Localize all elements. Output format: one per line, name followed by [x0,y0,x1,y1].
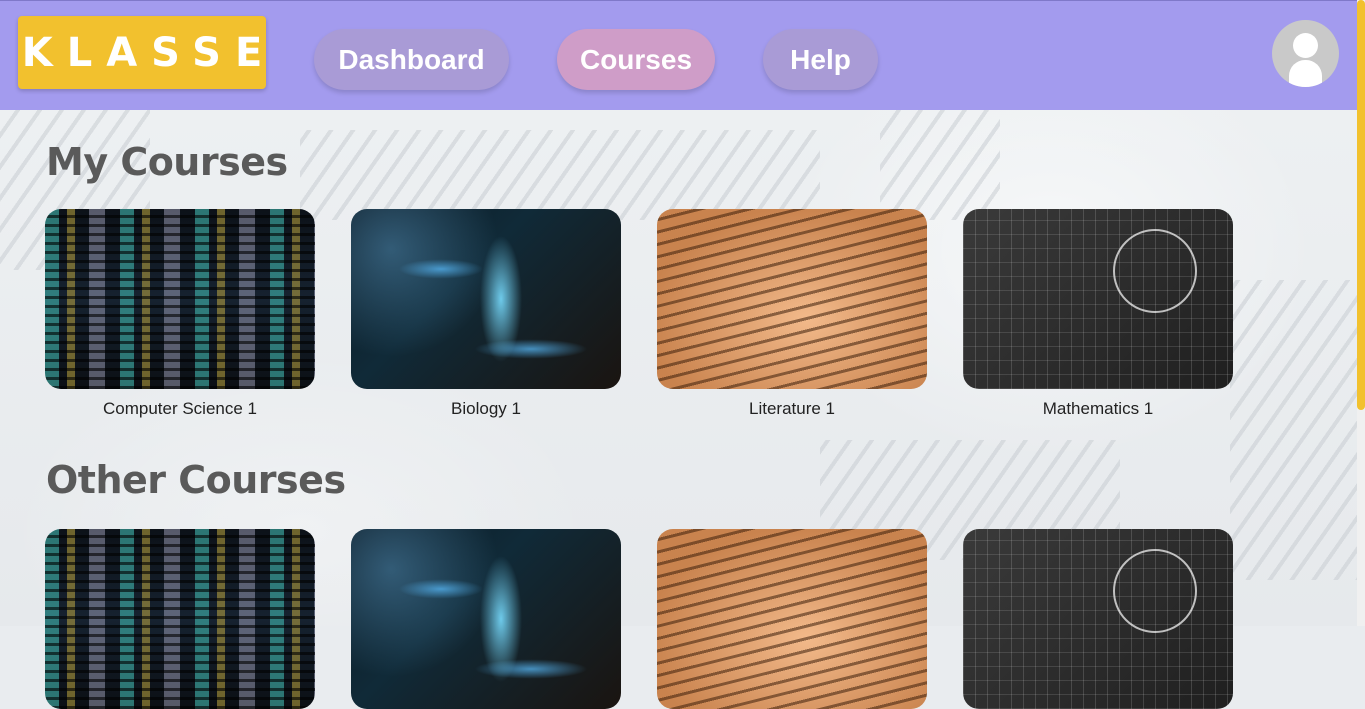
user-avatar-icon[interactable] [1272,20,1339,87]
nav-courses-button[interactable]: Courses [557,29,715,90]
chalkboard-equations-image [963,209,1233,389]
dna-helix-image [351,209,621,389]
other-courses-heading: Other Courses [46,458,346,502]
my-courses-heading: My Courses [46,140,288,184]
course-card-literature[interactable]: Literature 1 [657,209,927,419]
course-name: Mathematics 1 [1042,399,1154,418]
course-card-mathematics[interactable]: Mathematics 1 [963,209,1233,419]
logo-text: KLASSE [21,29,277,76]
other-course-card-1[interactable] [45,529,315,709]
background-stripes [880,110,1000,220]
chalkboard-equations-image [963,529,1233,709]
nav-help-button[interactable]: Help [763,29,878,90]
other-course-card-3[interactable] [657,529,927,709]
course-name: Computer Science 1 [102,399,258,418]
avatar-head-shape [1293,33,1318,58]
dna-helix-image [351,529,621,709]
top-navigation-bar: KLASSE Dashboard Courses Help [0,0,1357,110]
book-page-image [657,529,927,709]
other-course-card-4[interactable] [963,529,1233,709]
course-name: Biology 1 [451,399,521,418]
avatar-body-shape [1289,60,1322,87]
book-page-image [657,209,927,389]
code-screen-image [45,209,315,389]
code-screen-image [45,529,315,709]
klasse-logo[interactable]: KLASSE [18,16,266,89]
background-stripes [300,130,820,220]
course-card-computer-science[interactable]: Computer Science 1 [45,209,315,419]
course-card-biology[interactable]: Biology 1 [351,209,621,419]
other-course-card-2[interactable] [351,529,621,709]
scrollbar-thumb[interactable] [1357,0,1365,410]
nav-dashboard-button[interactable]: Dashboard [314,29,509,90]
background-stripes [1230,280,1357,580]
course-name: Literature 1 [749,399,835,418]
